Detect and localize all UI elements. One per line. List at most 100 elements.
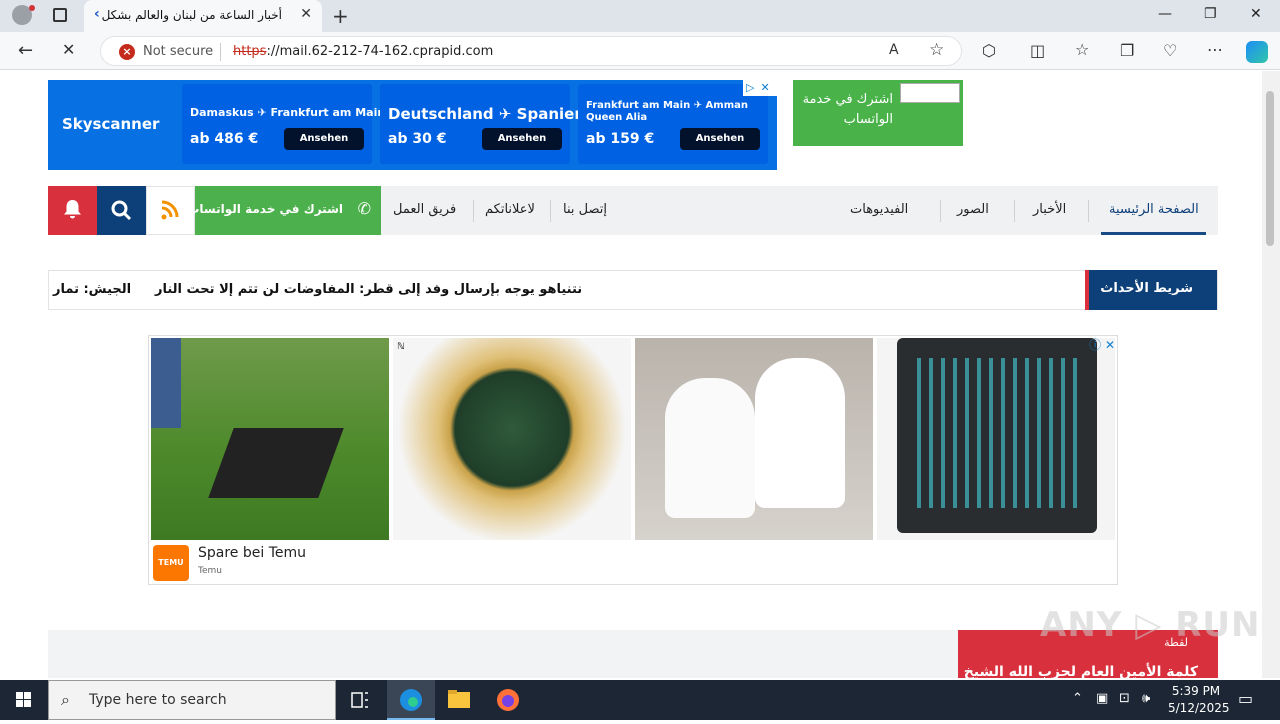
flight-route: Damaskus ✈ Frankfurt am Main xyxy=(190,106,386,119)
folder-icon xyxy=(448,690,470,708)
adchoices-icon[interactable]: ▷ ✕ xyxy=(743,80,777,96)
nav-divider xyxy=(1014,200,1015,222)
product-image-lawn-tool[interactable] xyxy=(151,338,389,540)
whatsapp-ad-box[interactable]: اشترك في خدمة الواتساب xyxy=(793,80,963,146)
windows-logo-icon xyxy=(16,692,31,707)
sneaker-right-shape xyxy=(755,358,845,508)
address-toolbar: ← ✕ × Not secure https://mail.62-212-74-… xyxy=(0,32,1280,70)
ad-close-icon[interactable]: ⓘ ✕ xyxy=(1089,336,1115,353)
nav-divider xyxy=(1088,200,1089,222)
read-aloud-icon[interactable]: A xyxy=(889,42,899,58)
task-view-icon xyxy=(351,692,368,708)
browser-essentials-icon[interactable]: ♡ xyxy=(1163,41,1177,60)
volume-icon[interactable]: 🕪 xyxy=(1142,691,1150,706)
nav-divider xyxy=(473,200,474,222)
nav-divider xyxy=(940,200,941,222)
tab-actions-icon[interactable] xyxy=(53,8,67,22)
temu-headline[interactable]: Spare bei Temu xyxy=(198,545,306,561)
whatsapp-subscribe-button[interactable]: ✆ اشترك في خدمة الواتساب xyxy=(187,186,381,235)
flight-price: ab 30 € xyxy=(388,131,447,147)
skyscanner-logo: Skyscanner xyxy=(62,115,160,133)
flight-price: ab 486 € xyxy=(190,131,259,147)
new-tab-button[interactable]: + xyxy=(332,4,349,28)
nav-photos[interactable]: الصور xyxy=(957,202,989,217)
view-offer-button[interactable]: Ansehen xyxy=(680,128,760,150)
tab-close-button[interactable]: ✕ xyxy=(300,6,312,22)
security-label[interactable]: Not secure xyxy=(143,44,213,59)
clock[interactable]: 5:39 PM 5/12/2025 xyxy=(1168,683,1230,717)
taskbar-explorer-button[interactable] xyxy=(435,680,483,720)
stop-loading-icon[interactable]: ✕ xyxy=(62,40,75,59)
legs-shape xyxy=(151,338,181,428)
ticker-label: شريط الأحداث xyxy=(1085,270,1217,310)
settings-more-icon[interactable]: ⋯ xyxy=(1207,40,1223,59)
clock-date: 5/12/2025 xyxy=(1168,701,1230,715)
back-arrow-icon[interactable]: ← xyxy=(18,40,33,61)
url-divider xyxy=(220,43,221,61)
notification-center-icon[interactable]: ▭ xyxy=(1238,689,1253,708)
product-image-sneakers[interactable] xyxy=(635,338,873,540)
skyscanner-ad[interactable]: Skyscanner Damaskus ✈ Frankfurt am Main … xyxy=(48,80,777,170)
view-offer-button[interactable]: Ansehen xyxy=(482,128,562,150)
tray-device-icon[interactable]: ▣ xyxy=(1096,691,1108,706)
flight-price: ab 159 € xyxy=(586,131,655,147)
search-icon xyxy=(111,200,132,221)
tab-active[interactable]: ‹ أخبار الساعة من لبنان والعالم بشكل ✕ xyxy=(84,0,322,32)
collections-icon[interactable]: ❐ xyxy=(1120,41,1134,60)
view-offer-button[interactable]: Ansehen xyxy=(284,128,364,150)
tools-shape xyxy=(917,358,1077,508)
taskbar-search-box[interactable]: ⌕ Type here to search xyxy=(48,680,336,720)
split-screen-icon[interactable]: ◫ xyxy=(1030,41,1045,60)
clock-time: 5:39 PM xyxy=(1171,684,1221,698)
minimize-button[interactable]: — xyxy=(1158,6,1172,22)
taskbar-firefox-button[interactable] xyxy=(484,680,532,720)
favorite-star-icon[interactable]: ☆ xyxy=(929,40,944,60)
address-bar[interactable]: × Not secure https://mail.62-212-74-162.… xyxy=(100,36,962,66)
nav-videos[interactable]: الفيديوهات xyxy=(850,202,908,217)
ticker-item[interactable]: نتنياهو يوجه بإرسال وفد إلى قطر: المفاوض… xyxy=(155,282,582,297)
featured-headline[interactable]: كلمة الأمين العام لحزب الله الشيخ xyxy=(964,664,1198,678)
lawn-leveler-shape xyxy=(208,428,344,498)
nav-ads[interactable]: لاعلاناتكم xyxy=(485,202,535,217)
close-window-button[interactable]: ✕ xyxy=(1250,6,1262,22)
network-icon[interactable]: ⊡ xyxy=(1119,691,1130,706)
product-image-watch[interactable]: ℕ xyxy=(393,338,631,540)
url-host: ://mail.62-212-74-162.cprapid.com xyxy=(266,44,494,59)
nav-home-tab[interactable]: الصفحة الرئيسية xyxy=(1101,186,1206,235)
temu-source: Temu xyxy=(198,566,222,576)
taskbar-edge-button[interactable] xyxy=(387,680,435,720)
whatsapp-ad-text: اشترك في خدمة الواتساب xyxy=(802,92,893,127)
temu-ad[interactable]: ℕ ⓘ ✕ TEMU Spare bei Temu Temu xyxy=(148,335,1118,585)
ticker-item[interactable]: الجيش: تمار xyxy=(53,282,131,297)
sneaker-left-shape xyxy=(665,378,755,518)
scrollbar-thumb[interactable] xyxy=(1266,91,1274,246)
extensions-icon[interactable]: ⬡ xyxy=(982,41,996,60)
profile-alert-dot xyxy=(29,5,35,11)
firefox-icon xyxy=(497,689,519,711)
watch-brand-logo: ℕ xyxy=(397,342,405,352)
nav-news[interactable]: الأخبار xyxy=(1033,202,1066,217)
copilot-icon[interactable] xyxy=(1246,41,1268,63)
flight-offer-card[interactable]: Damaskus ✈ Frankfurt am Main ab 486 € An… xyxy=(182,84,385,164)
product-image-toolkit[interactable] xyxy=(877,338,1115,540)
flight-offer-card[interactable]: Frankfurt am Main ✈ Amman Queen Alia ab … xyxy=(578,84,768,164)
search-button[interactable] xyxy=(97,186,146,235)
taskbar-search-placeholder: Type here to search xyxy=(89,692,227,708)
anyrun-watermark: ANY ▷ RUN xyxy=(1040,605,1261,645)
temu-logo: TEMU xyxy=(153,545,189,581)
page-scrollbar[interactable] xyxy=(1262,71,1280,678)
favorites-icon[interactable]: ☆ xyxy=(1075,40,1089,59)
url-text[interactable]: https://mail.62-212-74-162.cprapid.com xyxy=(233,44,493,59)
maximize-button[interactable]: ❐ xyxy=(1204,6,1217,22)
browser-title-bar: ‹ أخبار الساعة من لبنان والعالم بشكل ✕ +… xyxy=(0,0,1280,32)
start-button[interactable] xyxy=(0,680,48,720)
flight-offer-card[interactable]: Deutschland ✈ Spanien ab 30 € Ansehen xyxy=(380,84,585,164)
task-view-button[interactable] xyxy=(336,680,384,720)
tray-overflow-icon[interactable]: ⌃ xyxy=(1072,691,1083,706)
nav-team[interactable]: فريق العمل xyxy=(393,202,456,217)
nav-home: الصفحة الرئيسية xyxy=(1109,202,1199,217)
whatsapp-subscribe-label: اشترك في خدمة الواتساب xyxy=(187,202,343,216)
nav-contact[interactable]: إتصل بنا xyxy=(563,202,607,217)
notifications-button[interactable] xyxy=(48,186,97,235)
search-icon: ⌕ xyxy=(61,690,70,709)
